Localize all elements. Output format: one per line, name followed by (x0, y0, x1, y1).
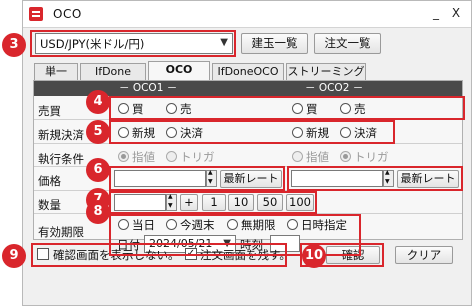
oco2-trigger-label: トリガ (354, 150, 389, 164)
positions-button[interactable]: 建玉一覧 (241, 33, 308, 54)
oco1-sell-radio[interactable] (166, 103, 177, 114)
oco2-sell-radio[interactable] (340, 103, 351, 114)
keep-window-checkbox[interactable]: ✓ (185, 248, 197, 260)
tab-ifdoneoco[interactable]: IfDoneOCO (212, 63, 284, 80)
oco2-new-label: 新規 (306, 126, 329, 140)
badge-10: 10 (302, 244, 326, 268)
orders-button-label: 注文一覧 (324, 36, 371, 50)
type-label: 新規決済 (38, 128, 84, 142)
oco1-sell-label: 売 (180, 102, 192, 116)
expiry-today-radio[interactable] (118, 219, 129, 230)
oco2-settle-radio[interactable] (340, 127, 351, 138)
keep-window-label: 注文画面を残す。 (200, 248, 291, 262)
oco1-limit-radio[interactable] (118, 151, 129, 162)
oco2-sell-label: 売 (354, 102, 366, 116)
oco2-price-spinner[interactable] (383, 169, 394, 187)
qty-100-button[interactable]: 100 (286, 194, 314, 211)
oco2-trigger-radio[interactable] (340, 151, 351, 162)
oco1-limit-label: 指値 (132, 150, 155, 164)
oco1-buy-radio[interactable] (118, 103, 129, 114)
minimize-button[interactable]: _ (429, 6, 443, 20)
qty-50-label: 50 (262, 195, 278, 209)
positions-button-label: 建玉一覧 (251, 36, 298, 50)
oco2-settle-label: 決済 (354, 126, 377, 140)
oco2-price-input[interactable] (291, 170, 383, 187)
clear-button[interactable]: クリア (395, 246, 453, 264)
oco2-new-radio[interactable] (292, 127, 303, 138)
oco1-settle-radio[interactable] (166, 127, 177, 138)
qty-10-button[interactable]: 10 (228, 194, 254, 211)
expiry-indefinite-label: 無期限 (241, 218, 276, 232)
tab-ifdone[interactable]: IfDone (80, 63, 146, 80)
price-label: 価格 (38, 174, 61, 188)
oco2-header: － OCO2 － (285, 81, 462, 96)
expiry-datetime-label: 日時指定 (301, 218, 347, 232)
oco2-buy-radio[interactable] (292, 103, 303, 114)
oco1-header: － OCO1 － (114, 81, 285, 96)
qty-label: 数量 (38, 198, 61, 212)
window-title: OCO (53, 7, 82, 21)
tab-oco[interactable]: OCO (148, 61, 210, 81)
expiry-week-label: 今週末 (180, 218, 215, 232)
clear-button-label: クリア (406, 248, 442, 262)
qty-50-button[interactable]: 50 (257, 194, 283, 211)
oco1-buy-label: 買 (132, 102, 144, 116)
oco1-new-label: 新規 (132, 126, 155, 140)
oco1-price-spinner[interactable] (206, 169, 217, 187)
oco1-settle-label: 決済 (180, 126, 203, 140)
badge-8-expiry: 8 (86, 200, 110, 224)
qty-1-button[interactable]: 1 (202, 194, 226, 211)
qty-spinner[interactable] (166, 193, 177, 211)
oco2-buy-label: 買 (306, 102, 318, 116)
oco2-latest-rate-label: 最新レート (400, 172, 456, 185)
qty-input[interactable] (114, 194, 166, 211)
oco2-latest-rate-button[interactable]: 最新レート (397, 170, 459, 188)
close-button[interactable]: X (449, 6, 463, 20)
no-confirm-checkbox[interactable] (37, 248, 49, 260)
oco1-trigger-radio[interactable] (166, 151, 177, 162)
expiry-datetime-radio[interactable] (287, 219, 298, 230)
qty-1-label: 1 (210, 195, 218, 209)
title-bar: OCO _ X (23, 1, 471, 28)
qty-plus-button[interactable]: + (180, 194, 198, 211)
oco2-limit-radio[interactable] (292, 151, 303, 162)
chevron-down-icon: ▼ (220, 37, 228, 48)
currency-select[interactable]: USD/JPY(米ドル/円) ▼ (35, 33, 233, 54)
qty-plus-label: + (184, 195, 194, 209)
expiry-week-radio[interactable] (166, 219, 177, 230)
tab-single[interactable]: 単一 (34, 63, 78, 80)
badge-3: 3 (2, 33, 26, 57)
oco1-new-radio[interactable] (118, 127, 129, 138)
currency-select-value: USD/JPY(米ドル/円) (40, 37, 145, 51)
orders-button[interactable]: 注文一覧 (314, 33, 381, 54)
oco1-price-input[interactable] (114, 170, 206, 187)
expiry-today-label: 当日 (132, 218, 155, 232)
expiry-label: 有効期限 (38, 225, 84, 239)
tab-streaming[interactable]: ストリーミング (286, 63, 366, 80)
badge-9: 9 (2, 244, 26, 268)
badge-5: 5 (86, 120, 110, 144)
qty-10-label: 10 (233, 195, 249, 209)
oco2-limit-label: 指値 (306, 150, 329, 164)
app-logo-icon (29, 7, 43, 21)
qty-100-label: 100 (289, 195, 311, 209)
no-confirm-label: 確認画面を表示しない。 (53, 248, 180, 262)
oco1-latest-rate-button[interactable]: 最新レート (220, 170, 282, 188)
confirm-button[interactable]: 確認 (326, 246, 380, 264)
expiry-indefinite-radio[interactable] (227, 219, 238, 230)
oco1-trigger-label: トリガ (180, 150, 215, 164)
side-label: 売買 (38, 104, 61, 118)
oco1-latest-rate-label: 最新レート (223, 172, 279, 185)
badge-4: 4 (86, 90, 110, 114)
confirm-button-label: 確認 (341, 248, 365, 262)
badge-6: 6 (86, 158, 110, 182)
cond-label: 執行条件 (38, 152, 84, 166)
